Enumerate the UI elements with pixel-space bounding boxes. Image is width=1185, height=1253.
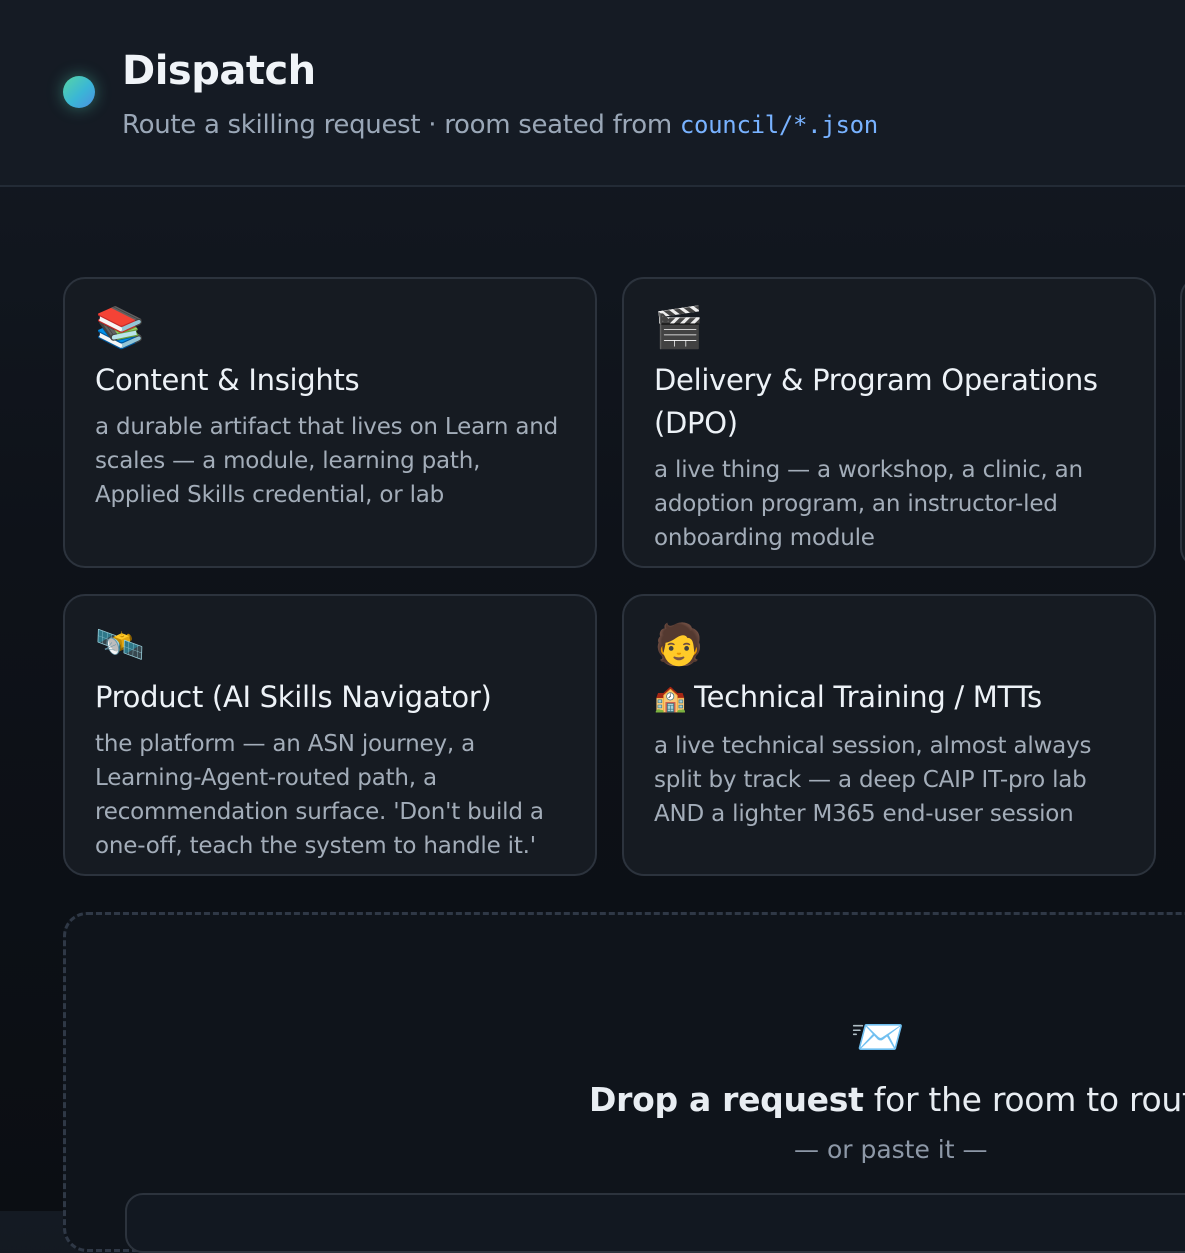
card-delivery-program-operations[interactable]: 🎬 Delivery & Program Operations (DPO) a …	[622, 277, 1156, 568]
card-title-row: 🏫 Technical Training / MTTs	[654, 676, 1124, 721]
card-content-insights[interactable]: 📚 Content & Insights a durable artifact …	[63, 277, 597, 568]
card-title: Technical Training / MTTs	[694, 680, 1042, 714]
card-description: a durable artifact that lives on Learn a…	[95, 414, 558, 508]
status-dot	[63, 76, 95, 108]
page-subtitle: Route a skilling request · room seated f…	[122, 110, 878, 140]
card-product-ai-skills-navigator[interactable]: 🛰️ Product (AI Skills Navigator) the pla…	[63, 594, 597, 876]
subtitle-code: council/*.json	[679, 111, 878, 139]
card-technical-training[interactable]: 🧑 🏫 Technical Training / MTTs a live tech…	[622, 594, 1156, 876]
school-icon: 🏫	[654, 684, 687, 714]
incoming-envelope-icon: 📨	[850, 1012, 905, 1063]
page-title: Dispatch	[122, 48, 316, 94]
card-title: Delivery & Program Operations (DPO)	[654, 363, 1098, 440]
dropzone-title-rest: for the room to route	[863, 1080, 1185, 1119]
paste-request-input[interactable]	[125, 1193, 1185, 1253]
person-icon: 🧑	[654, 622, 704, 668]
card-title: Content & Insights	[95, 363, 360, 397]
clapperboard-icon: 🎬	[654, 305, 704, 351]
card-description: a live thing — a workshop, a clinic, an …	[654, 457, 1083, 551]
card-description: a live technical session, almost always …	[654, 733, 1092, 827]
subtitle-text: Route a skilling request · room seated f…	[122, 110, 680, 140]
dropzone-title-bold: Drop a request	[589, 1080, 864, 1119]
books-icon: 📚	[95, 305, 145, 351]
satellite-icon: 🛰️	[95, 622, 145, 668]
card-partial-next[interactable]	[1180, 277, 1185, 568]
app-header: Dispatch Route a skilling request · room…	[0, 0, 1185, 187]
card-title: Product (AI Skills Navigator)	[95, 680, 492, 714]
dropzone-title: Drop a request for the room to route	[589, 1080, 1185, 1119]
dropzone-or-text: — or paste it —	[794, 1135, 988, 1164]
card-description: the platform — an ASN journey, a Learnin…	[95, 731, 544, 859]
